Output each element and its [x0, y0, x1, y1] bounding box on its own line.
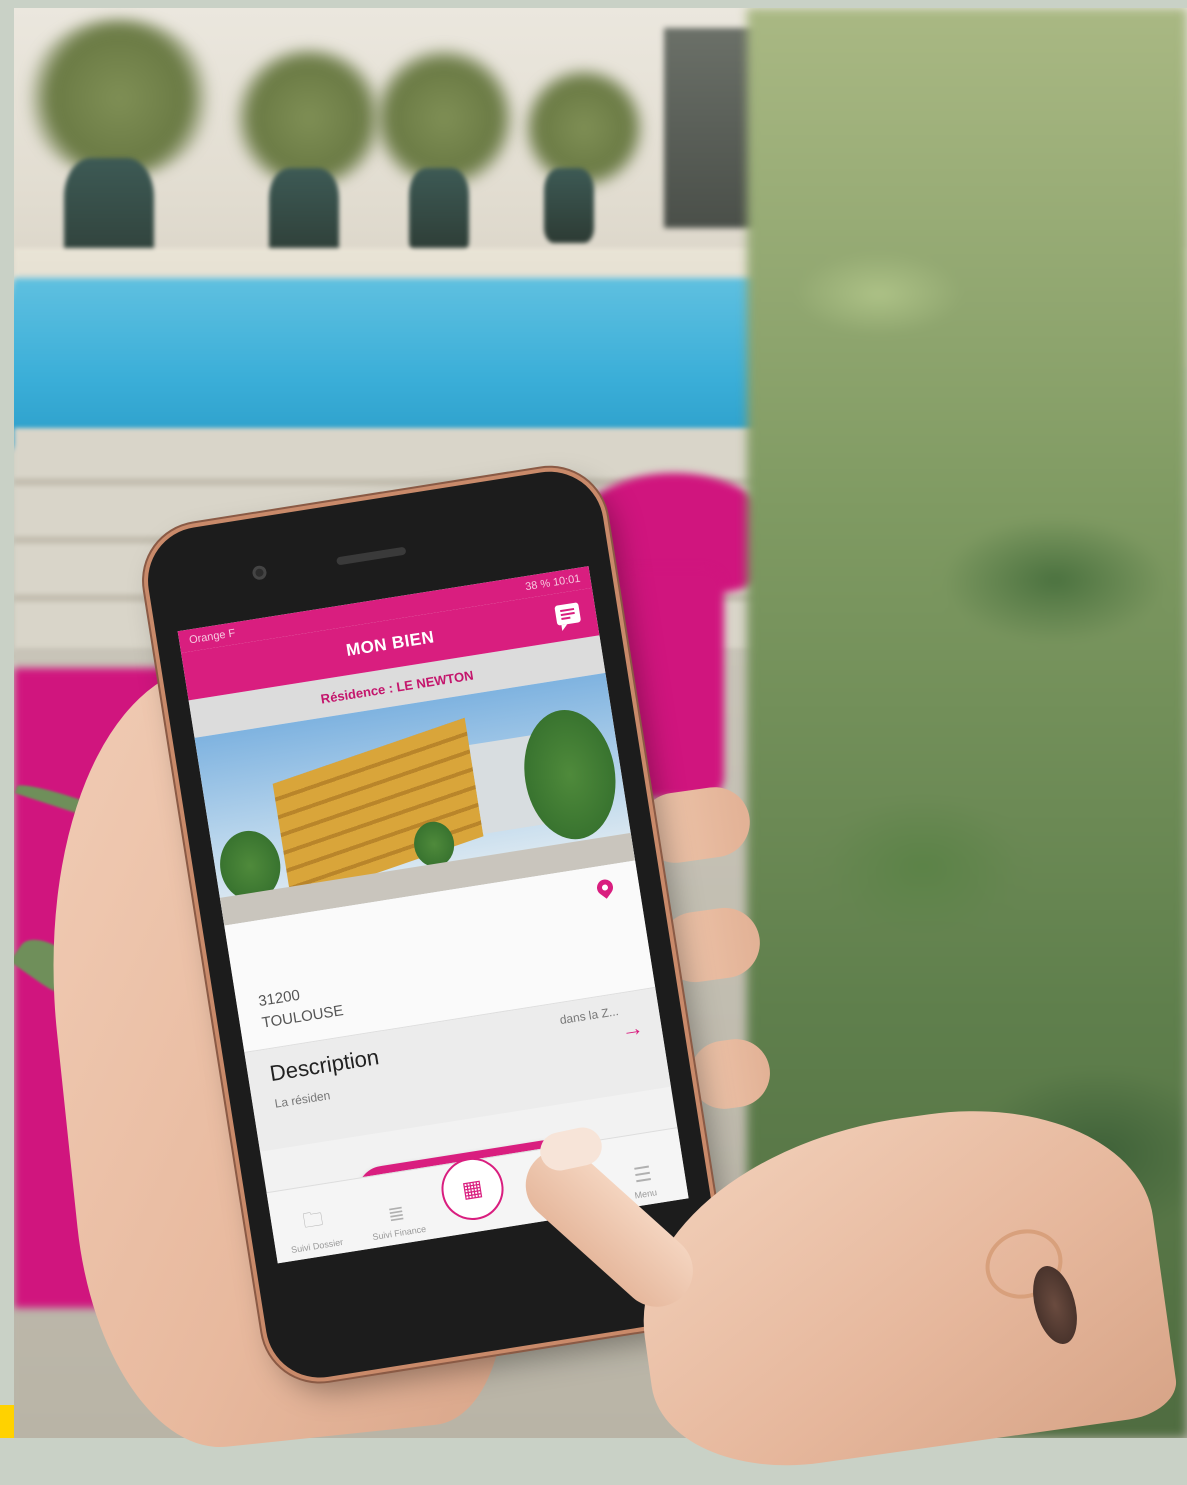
arrow-right-icon[interactable]: → [620, 1014, 646, 1043]
chat-bubble-icon[interactable] [554, 602, 582, 626]
page-title: MON BIEN [344, 627, 436, 660]
carrier-label: Orange F [188, 627, 237, 647]
map-pin-icon[interactable] [593, 876, 617, 899]
description-text-start: La résiden [273, 1088, 332, 1111]
tab-suivi-finance[interactable]: ≣ Suivi Finance [360, 1196, 435, 1243]
yellow-corner-mark [0, 1405, 14, 1438]
description-title: Description [268, 1044, 381, 1087]
tab-suivi-dossier[interactable]: 🗀 Suivi Dossier [276, 1200, 352, 1256]
swimming-pool [14, 278, 875, 448]
planter [409, 168, 469, 258]
background-plant [374, 48, 514, 188]
building-icon: ▦ [460, 1174, 485, 1203]
background-plant [234, 48, 384, 188]
planter [544, 168, 594, 243]
description-text-end: dans la Z... [558, 1004, 620, 1028]
tab-mon-bien[interactable]: ▦ [437, 1152, 517, 1230]
phone-screen: Orange F 38 % 10:01 MON BIEN Résidence :… [177, 566, 689, 1264]
active-tab-circle: ▦ [437, 1153, 508, 1225]
front-camera [251, 564, 268, 581]
address-postcode: 31200 [257, 986, 302, 1011]
earpiece [336, 546, 407, 566]
tab-label: Menu [633, 1187, 658, 1201]
background-plant [24, 18, 214, 178]
